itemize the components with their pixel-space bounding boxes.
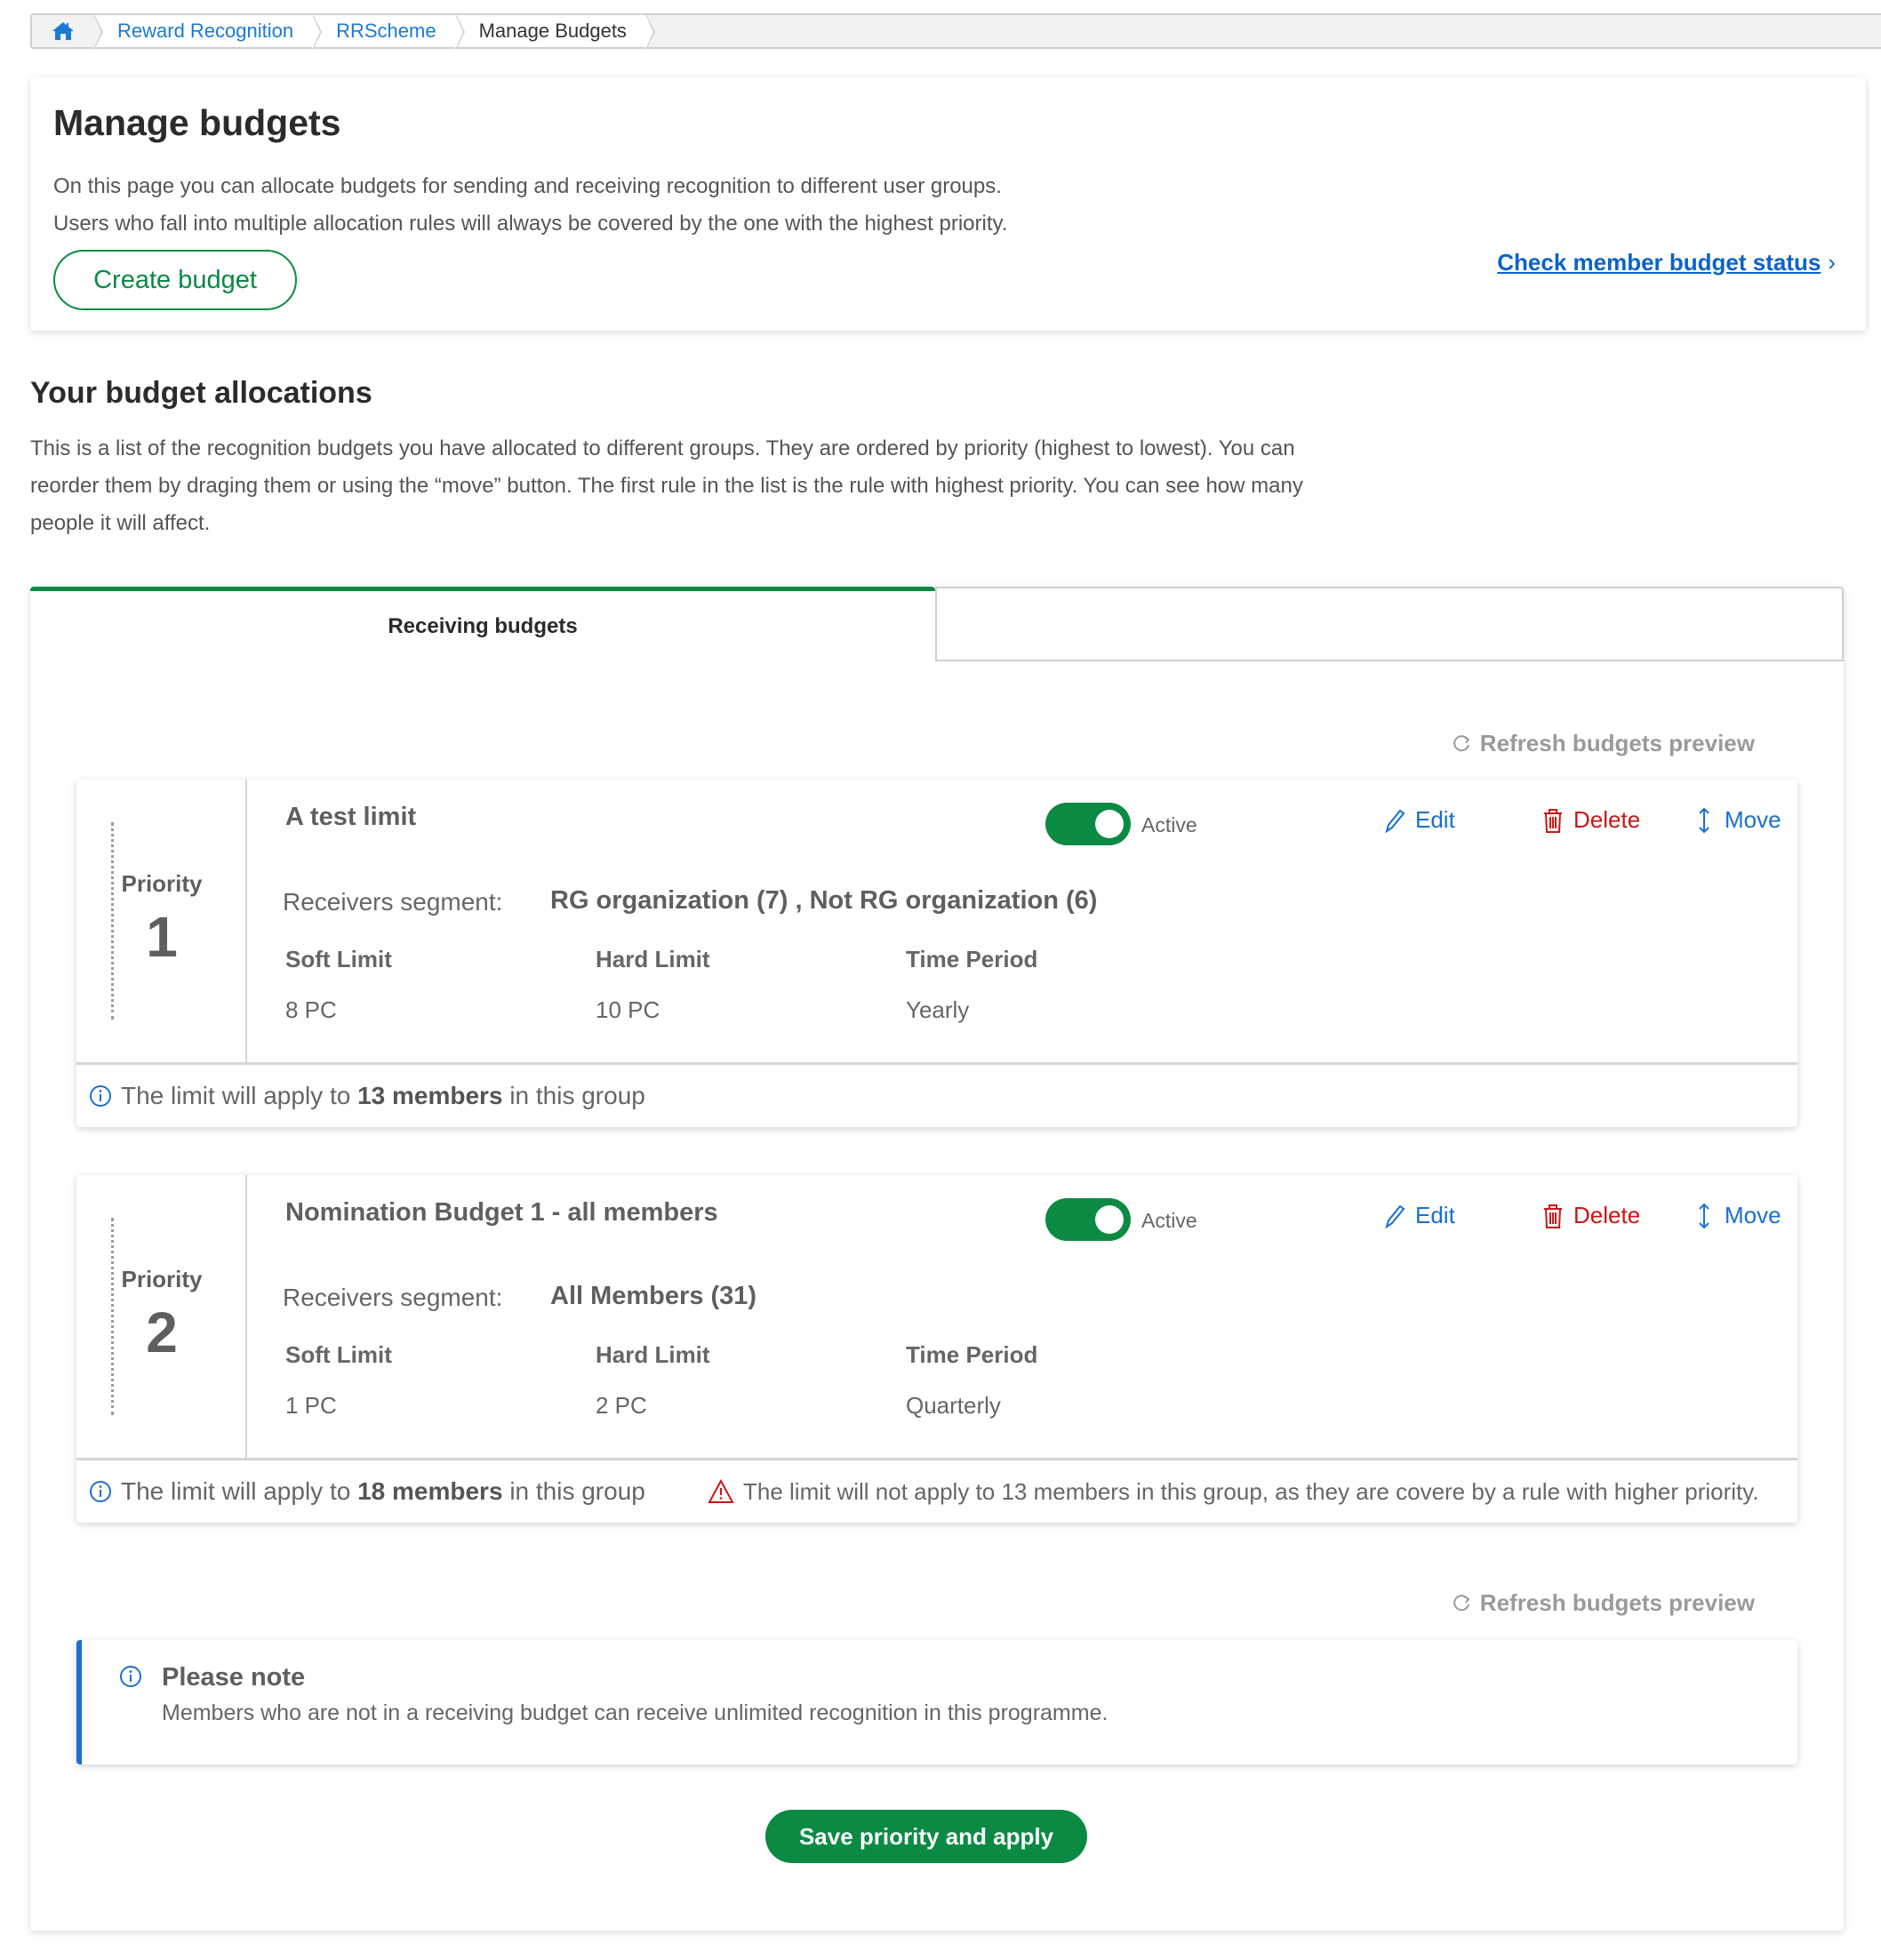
receivers-segment-label: Receivers segment: (283, 888, 503, 916)
apply-suffix: in this group (509, 1477, 645, 1505)
pencil-icon (1385, 809, 1405, 833)
hard-limit-label: Hard Limit (596, 946, 710, 972)
apply-suffix: in this group (509, 1082, 645, 1109)
member-count: 18 members (357, 1477, 503, 1505)
breadcrumb: Reward Recognition RRScheme Manage Budge… (30, 13, 1881, 50)
pencil-icon (1385, 1204, 1405, 1228)
budget-name: Nomination Budget 1 - all members (285, 1198, 718, 1227)
tab-secondary[interactable] (935, 587, 1844, 661)
priority-warning: The limit will not apply to 13 members i… (708, 1460, 1759, 1523)
page-title: Manage budgets (53, 102, 341, 143)
note-title: Please note (162, 1663, 306, 1692)
move-label: Move (1725, 806, 1781, 833)
refresh-icon (1453, 734, 1470, 751)
apply-prefix: The limit will apply to (121, 1477, 351, 1505)
delete-button[interactable]: Delete (1541, 806, 1640, 834)
soft-limit-label: Soft Limit (285, 946, 392, 972)
breadcrumb-home[interactable] (32, 14, 103, 50)
check-member-budget-status-link[interactable]: Check member budget status › (1497, 249, 1836, 276)
tab-receiving-budgets[interactable]: Receiving budgets (30, 587, 935, 661)
info-icon (90, 1481, 111, 1502)
refresh-budgets-preview-bottom[interactable]: Refresh budgets preview (1452, 1589, 1755, 1617)
hard-limit-value: 10 PC (596, 996, 660, 1023)
info-icon (90, 1085, 111, 1107)
budget-footer: The limit will apply to 13 members in th… (76, 1062, 1797, 1127)
breadcrumb-current: Manage Budgets (478, 20, 627, 42)
time-period-value: Quarterly (906, 1392, 1001, 1419)
receivers-segment-label: Receivers segment: (283, 1284, 503, 1311)
move-button[interactable]: Move (1693, 1202, 1781, 1229)
soft-limit-label: Soft Limit (285, 1341, 392, 1368)
section-title: Your budget allocations (30, 376, 372, 410)
breadcrumb-reward-recognition[interactable]: Reward Recognition (94, 14, 323, 50)
warning-text: The limit will not apply to 13 members i… (743, 1477, 1759, 1505)
priority-label: Priority (121, 870, 203, 897)
time-period-label: Time Period (906, 1341, 1038, 1368)
time-period-label: Time Period (906, 946, 1038, 972)
priority-column: Priority 1 (76, 780, 247, 1062)
time-period-value: Yearly (906, 996, 970, 1023)
intro-text: On this page you can allocate budgets fo… (53, 168, 1007, 243)
receivers-segment-value: RG organization (7) , Not RG organizatio… (550, 886, 1098, 915)
soft-limit-value: 1 PC (285, 1392, 337, 1419)
receivers-segment-value: All Members (31) (550, 1282, 757, 1310)
edit-label: Edit (1415, 806, 1455, 833)
active-label: Active (1141, 813, 1197, 836)
member-count: 13 members (357, 1082, 503, 1109)
priority-number: 2 (146, 1300, 178, 1364)
breadcrumb-manage-budgets: Manage Budgets (455, 14, 656, 50)
breadcrumb-link[interactable]: RRScheme (336, 20, 436, 43)
header-card: Manage budgets On this page you can allo… (30, 77, 1866, 331)
refresh-label: Refresh budgets preview (1479, 730, 1755, 756)
hard-limit-label: Hard Limit (596, 1341, 710, 1368)
apply-prefix: The limit will apply to (121, 1082, 351, 1109)
delete-label: Delete (1573, 806, 1641, 833)
breadcrumb-rrscheme[interactable]: RRScheme (313, 14, 466, 50)
warning-icon (708, 1479, 734, 1503)
save-priority-and-apply-button[interactable]: Save priority and apply (765, 1810, 1087, 1863)
priority-label: Priority (121, 1266, 203, 1292)
edit-button[interactable]: Edit (1383, 1202, 1455, 1229)
breadcrumb-link[interactable]: Reward Recognition (117, 20, 293, 43)
move-button[interactable]: Move (1693, 806, 1781, 834)
move-arrows-icon (1699, 1203, 1709, 1228)
soft-limit-value: 8 PC (285, 996, 337, 1023)
move-label: Move (1725, 1202, 1781, 1228)
toggle-knob (1095, 810, 1124, 838)
priority-column: Priority 2 (76, 1175, 247, 1458)
create-budget-button[interactable]: Create budget (53, 250, 297, 310)
intro-line-2: Users who fall into multiple allocation … (53, 212, 1008, 236)
check-link-label: Check member budget status (1497, 249, 1821, 276)
trash-icon (1544, 808, 1562, 833)
please-note-box: Please note Members who are not in a rec… (76, 1640, 1797, 1764)
delete-label: Delete (1573, 1202, 1641, 1228)
delete-button[interactable]: Delete (1541, 1202, 1640, 1229)
budget-footer: The limit will apply to 18 members in th… (76, 1458, 1797, 1523)
trash-icon (1544, 1204, 1562, 1228)
refresh-budgets-preview-top[interactable]: Refresh budgets preview (1452, 730, 1755, 757)
active-label: Active (1141, 1209, 1197, 1232)
budget-card[interactable]: Priority 1 A test limit Active Edit Dele… (76, 780, 1797, 1127)
note-body: Members who are not in a receiving budge… (162, 1700, 1109, 1725)
home-icon (52, 22, 74, 40)
section-description: This is a list of the recognition budget… (30, 436, 1303, 535)
budget-card[interactable]: Priority 2 Nomination Budget 1 - all mem… (76, 1175, 1797, 1523)
edit-button[interactable]: Edit (1383, 806, 1455, 834)
budget-name: A test limit (285, 803, 417, 831)
refresh-label: Refresh budgets preview (1479, 1589, 1755, 1616)
info-icon (120, 1666, 141, 1687)
chevron-right-icon: › (1828, 249, 1836, 276)
refresh-icon (1453, 1594, 1470, 1611)
active-toggle[interactable] (1045, 1198, 1131, 1241)
priority-number: 1 (146, 905, 178, 969)
move-arrows-icon (1699, 807, 1709, 833)
edit-label: Edit (1415, 1202, 1455, 1228)
toggle-knob (1095, 1205, 1124, 1234)
active-toggle[interactable] (1045, 803, 1131, 845)
budgets-tab-panel: Receiving budgets Refresh budgets previe… (30, 587, 1844, 1931)
hard-limit-value: 2 PC (596, 1392, 647, 1419)
intro-line-1: On this page you can allocate budgets fo… (53, 174, 1002, 198)
